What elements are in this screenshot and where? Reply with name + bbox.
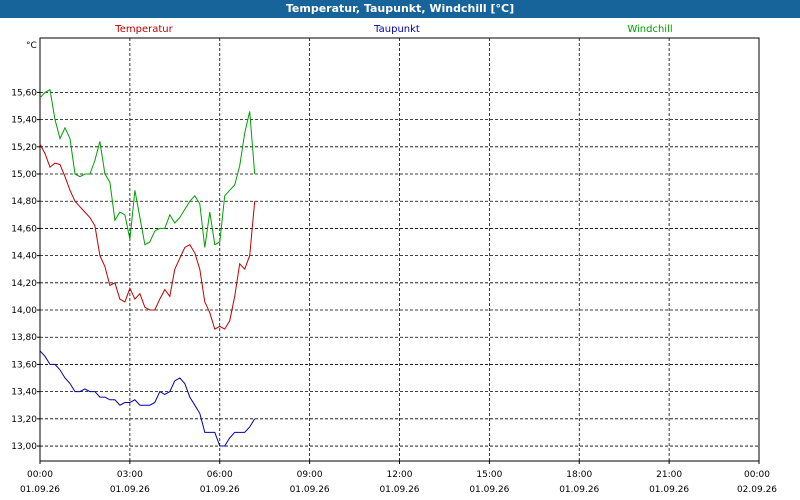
y-tick-label: 14,20 (11, 279, 37, 289)
series-line-temperatur (39, 143, 256, 330)
x-tick-time-label: 03:00 (117, 470, 143, 480)
x-axis-ticks: 00:00 01.09.26 03:00 01.09.26 06:00 01.09.26 0… (20, 461, 777, 495)
y-tick-label: 13,00 (11, 442, 37, 452)
x-tick-time-label: 21:00 (656, 470, 682, 480)
x-tick-date-label: 01.09.26 (649, 485, 689, 495)
x-tick-date-label: 01.09.26 (559, 485, 599, 495)
x-tick-time-label: 06:00 (207, 470, 233, 480)
x-tick-time-label: 00:00 (744, 470, 770, 480)
x-tick-date-label: 02.09.26 (737, 485, 777, 495)
y-tick-label: 15,40 (11, 116, 37, 126)
y-tick-label: 14,80 (11, 197, 37, 207)
x-tick-time-label: 09:00 (297, 470, 323, 480)
y-tick-label: 15,20 (11, 143, 37, 153)
chart-area: °C 13,00 13,20 13,40 13,60 13,80 14,00 14,20 14… (11, 37, 777, 495)
x-tick-date-label: 01.09.26 (290, 485, 330, 495)
series-lines (39, 88, 256, 447)
x-tick-date-label: 01.09.26 (110, 485, 150, 495)
y-tick-label: 15,60 (11, 88, 37, 98)
y-tick-label: 14,60 (11, 224, 37, 234)
y-axis-ticks: 13,00 13,20 13,40 13,60 13,80 14,00 14,20 14,40… (11, 88, 40, 452)
series-line-taupunkt (39, 350, 256, 447)
x-tick-date-label: 01.09.26 (469, 485, 509, 495)
x-tick-time-label: 18:00 (566, 470, 592, 480)
y-tick-label: 13,60 (11, 360, 37, 370)
y-tick-label: 13,20 (11, 415, 37, 425)
y-tick-label: 14,00 (11, 306, 37, 316)
x-tick-time-label: 12:00 (387, 470, 413, 480)
x-tick-time-label: 00:00 (27, 470, 53, 480)
grid (40, 38, 759, 461)
y-axis-unit-label: °C (26, 41, 37, 51)
x-tick-time-label: 15:00 (476, 470, 502, 480)
y-tick-label: 13,80 (11, 333, 37, 343)
y-tick-label: 13,40 (11, 388, 37, 398)
series-line-windchill (39, 88, 256, 248)
x-tick-date-label: 01.09.26 (379, 485, 419, 495)
y-tick-label: 14,40 (11, 252, 37, 262)
x-tick-date-label: 01.09.26 (200, 485, 240, 495)
x-tick-date-label: 01.09.26 (20, 485, 60, 495)
y-tick-label: 15,00 (11, 170, 37, 180)
